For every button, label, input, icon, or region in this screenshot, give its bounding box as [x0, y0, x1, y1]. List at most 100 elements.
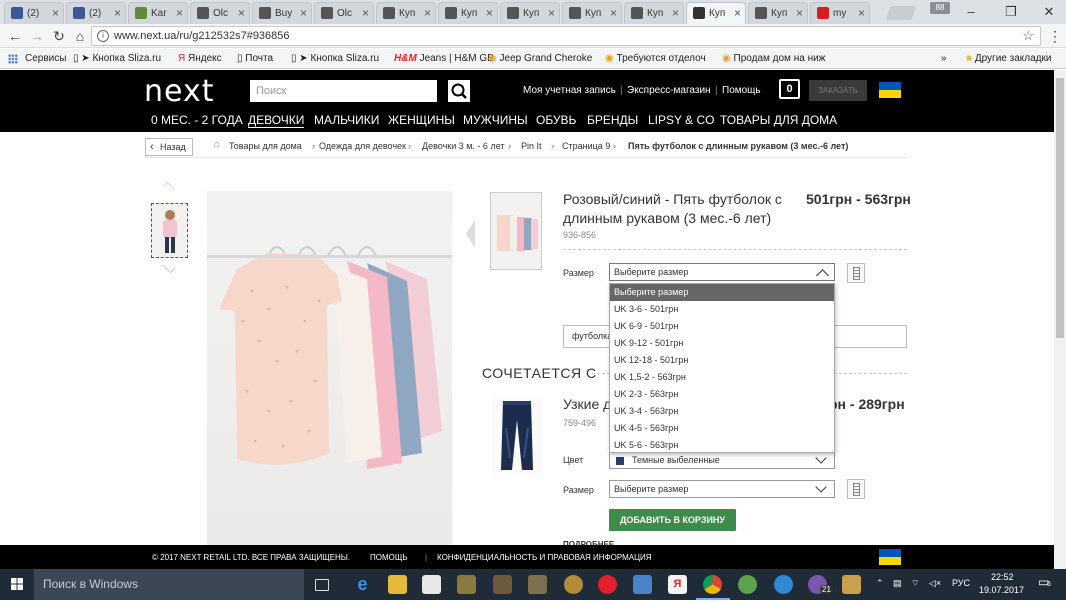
- footer-privacy-link[interactable]: КОНФИДЕНЦИАЛЬНОСТЬ И ПРАВОВАЯ ИНФОРМАЦИЯ: [437, 553, 652, 562]
- size-option[interactable]: UK 4-5 - 563грн: [610, 420, 834, 437]
- browser-tab[interactable]: Buy ×: [252, 2, 312, 24]
- bookmark-jobs[interactable]: ◉ Требуются отделоч: [605, 53, 706, 64]
- home-icon[interactable]: ⌂: [214, 139, 220, 150]
- tab-close-icon[interactable]: ×: [672, 6, 679, 20]
- size-option[interactable]: UK 12-18 - 501грн: [610, 352, 834, 369]
- browser-tab[interactable]: Куп ×: [748, 2, 808, 24]
- category-nav-item[interactable]: ТОВАРЫ ДЛЯ ДОМА: [720, 113, 837, 127]
- taskbar-search-input[interactable]: Поиск в Windows: [34, 569, 304, 600]
- task-view-icon[interactable]: [315, 579, 329, 591]
- size-option[interactable]: UK 1,5-2 - 563грн: [610, 369, 834, 386]
- browser-tab[interactable]: Kar ×: [128, 2, 188, 24]
- size-guide-icon[interactable]: [847, 263, 865, 283]
- yandex-browser-icon[interactable]: Я: [668, 575, 687, 594]
- my-account-link[interactable]: Моя учетная запись: [523, 85, 616, 96]
- size-select-2[interactable]: Выберите размер: [609, 480, 835, 498]
- bookmark-house[interactable]: ◉ Продам дом на ниж: [722, 53, 825, 64]
- forward-arrow-icon[interactable]: →: [28, 27, 46, 45]
- size-option[interactable]: UK 3-4 - 563грн: [610, 403, 834, 420]
- clock-date[interactable]: 19.07.2017: [979, 585, 1024, 595]
- size-option[interactable]: UK 2-3 - 563грн: [610, 386, 834, 403]
- scrollbar-thumb[interactable]: [1056, 78, 1064, 338]
- checkout-button[interactable]: ЗАКАЗАТЬ: [809, 80, 867, 101]
- bookmark-sliza-2[interactable]: ▯ ➤ Кнопка Sliza.ru: [291, 53, 379, 64]
- close-window-button[interactable]: ✕: [1036, 2, 1062, 22]
- category-nav-item[interactable]: ДЕВОЧКИ: [248, 113, 305, 128]
- crumb-girls-age[interactable]: Девочки 3 м. - 6 лет: [422, 141, 505, 151]
- brush-app-icon[interactable]: [842, 575, 861, 594]
- apps-grid-icon[interactable]: [8, 54, 18, 64]
- tab-close-icon[interactable]: ×: [424, 6, 431, 20]
- profile-badge[interactable]: 88: [930, 2, 950, 14]
- size-guide-icon-2[interactable]: [847, 479, 865, 499]
- tab-close-icon[interactable]: ×: [858, 6, 865, 20]
- tab-close-icon[interactable]: ×: [114, 6, 121, 20]
- app-icon-5[interactable]: [633, 575, 652, 594]
- variant-thumbnail[interactable]: [490, 192, 542, 270]
- app-icon-1[interactable]: [457, 575, 476, 594]
- new-tab-button[interactable]: [885, 6, 917, 20]
- gallery-thumbnail[interactable]: [151, 203, 188, 258]
- tab-close-icon[interactable]: ×: [548, 6, 555, 20]
- tab-close-icon[interactable]: ×: [734, 6, 741, 20]
- tab-close-icon[interactable]: ×: [176, 6, 183, 20]
- tab-close-icon[interactable]: ×: [52, 6, 59, 20]
- app-icon-4[interactable]: [564, 575, 583, 594]
- crumb-pin-it[interactable]: Pin It: [521, 141, 542, 151]
- browser-tab[interactable]: Куп ×: [624, 2, 684, 24]
- network-icon[interactable]: ▤: [893, 578, 902, 589]
- crumb-home-goods[interactable]: Товары для дома: [229, 141, 302, 151]
- bookmark-yandex[interactable]: Я Яндекс: [178, 53, 222, 64]
- browser-tab[interactable]: Olc ×: [314, 2, 374, 24]
- category-nav-item[interactable]: МУЖЧИНЫ: [463, 113, 528, 127]
- opera-icon[interactable]: [598, 575, 617, 594]
- browser-tab[interactable]: (2) ×: [4, 2, 64, 24]
- prev-variant-arrow-icon[interactable]: [466, 220, 475, 248]
- ukraine-flag-icon[interactable]: [879, 82, 901, 98]
- tab-close-icon[interactable]: ×: [300, 6, 307, 20]
- add-to-cart-button[interactable]: ДОБАВИТЬ В КОРЗИНУ: [609, 509, 736, 531]
- page-scrollbar[interactable]: [1054, 70, 1066, 570]
- size-option[interactable]: UK 5-6 - 563грн: [610, 437, 834, 454]
- tab-close-icon[interactable]: ×: [362, 6, 369, 20]
- bookmark-services[interactable]: Сервисы: [25, 53, 66, 64]
- wifi-icon[interactable]: ⌔: [911, 578, 919, 589]
- other-bookmarks[interactable]: ■ Другие закладки: [966, 53, 1051, 64]
- store-icon[interactable]: [422, 575, 441, 594]
- bookmark-jeep[interactable]: ◉ Jeep Grand Cheroke: [488, 53, 592, 64]
- menu-icon[interactable]: ⋮: [1046, 27, 1064, 45]
- windows-start-button[interactable]: [0, 569, 34, 600]
- category-nav-item[interactable]: ОБУВЬ: [536, 113, 576, 127]
- volume-icon[interactable]: ◁×: [929, 578, 941, 589]
- category-nav-item[interactable]: МАЛЬЧИКИ: [314, 113, 379, 127]
- home-icon[interactable]: ⌂: [71, 27, 89, 45]
- thumb-scroll-up-icon[interactable]: [163, 182, 175, 194]
- thumb-scroll-down-icon[interactable]: [163, 261, 175, 273]
- size-select[interactable]: Выберите размер: [609, 263, 835, 282]
- browser-tab[interactable]: Куп ×: [686, 2, 746, 24]
- browser-tab[interactable]: Куп ×: [438, 2, 498, 24]
- tab-close-icon[interactable]: ×: [486, 6, 493, 20]
- category-nav-item[interactable]: БРЕНДЫ: [587, 113, 638, 127]
- search-button[interactable]: [447, 80, 470, 102]
- category-nav-item[interactable]: ЖЕНЩИНЫ: [388, 113, 455, 127]
- next-logo[interactable]: next: [144, 74, 214, 109]
- maximize-button[interactable]: ❐: [998, 2, 1024, 22]
- edge-browser-icon[interactable]: e: [353, 575, 372, 594]
- express-shop-link[interactable]: Экспресс-магазин: [627, 85, 711, 96]
- bookmark-star-icon[interactable]: ☆: [1022, 28, 1034, 44]
- minimize-button[interactable]: –: [958, 2, 984, 22]
- footer-ukraine-flag-icon[interactable]: [879, 549, 901, 565]
- file-explorer-icon[interactable]: [388, 575, 407, 594]
- info-icon[interactable]: i: [97, 30, 109, 42]
- search-input[interactable]: Поиск: [250, 80, 437, 102]
- clock-time[interactable]: 22:52: [991, 572, 1014, 582]
- browser-tab[interactable]: (2) ×: [66, 2, 126, 24]
- category-nav-item[interactable]: 0 МЕС. - 2 ГОДА: [151, 113, 243, 127]
- bookmark-hm[interactable]: H&M Jeans | H&M GB: [394, 53, 494, 64]
- bookmarks-overflow[interactable]: »: [941, 53, 947, 64]
- color-select[interactable]: Темные выбеленные: [609, 452, 835, 469]
- crumb-girls-clothing[interactable]: Одежда для девочек: [319, 141, 406, 151]
- utorrent-icon[interactable]: [738, 575, 757, 594]
- tray-expand-icon[interactable]: ⌃: [876, 578, 884, 589]
